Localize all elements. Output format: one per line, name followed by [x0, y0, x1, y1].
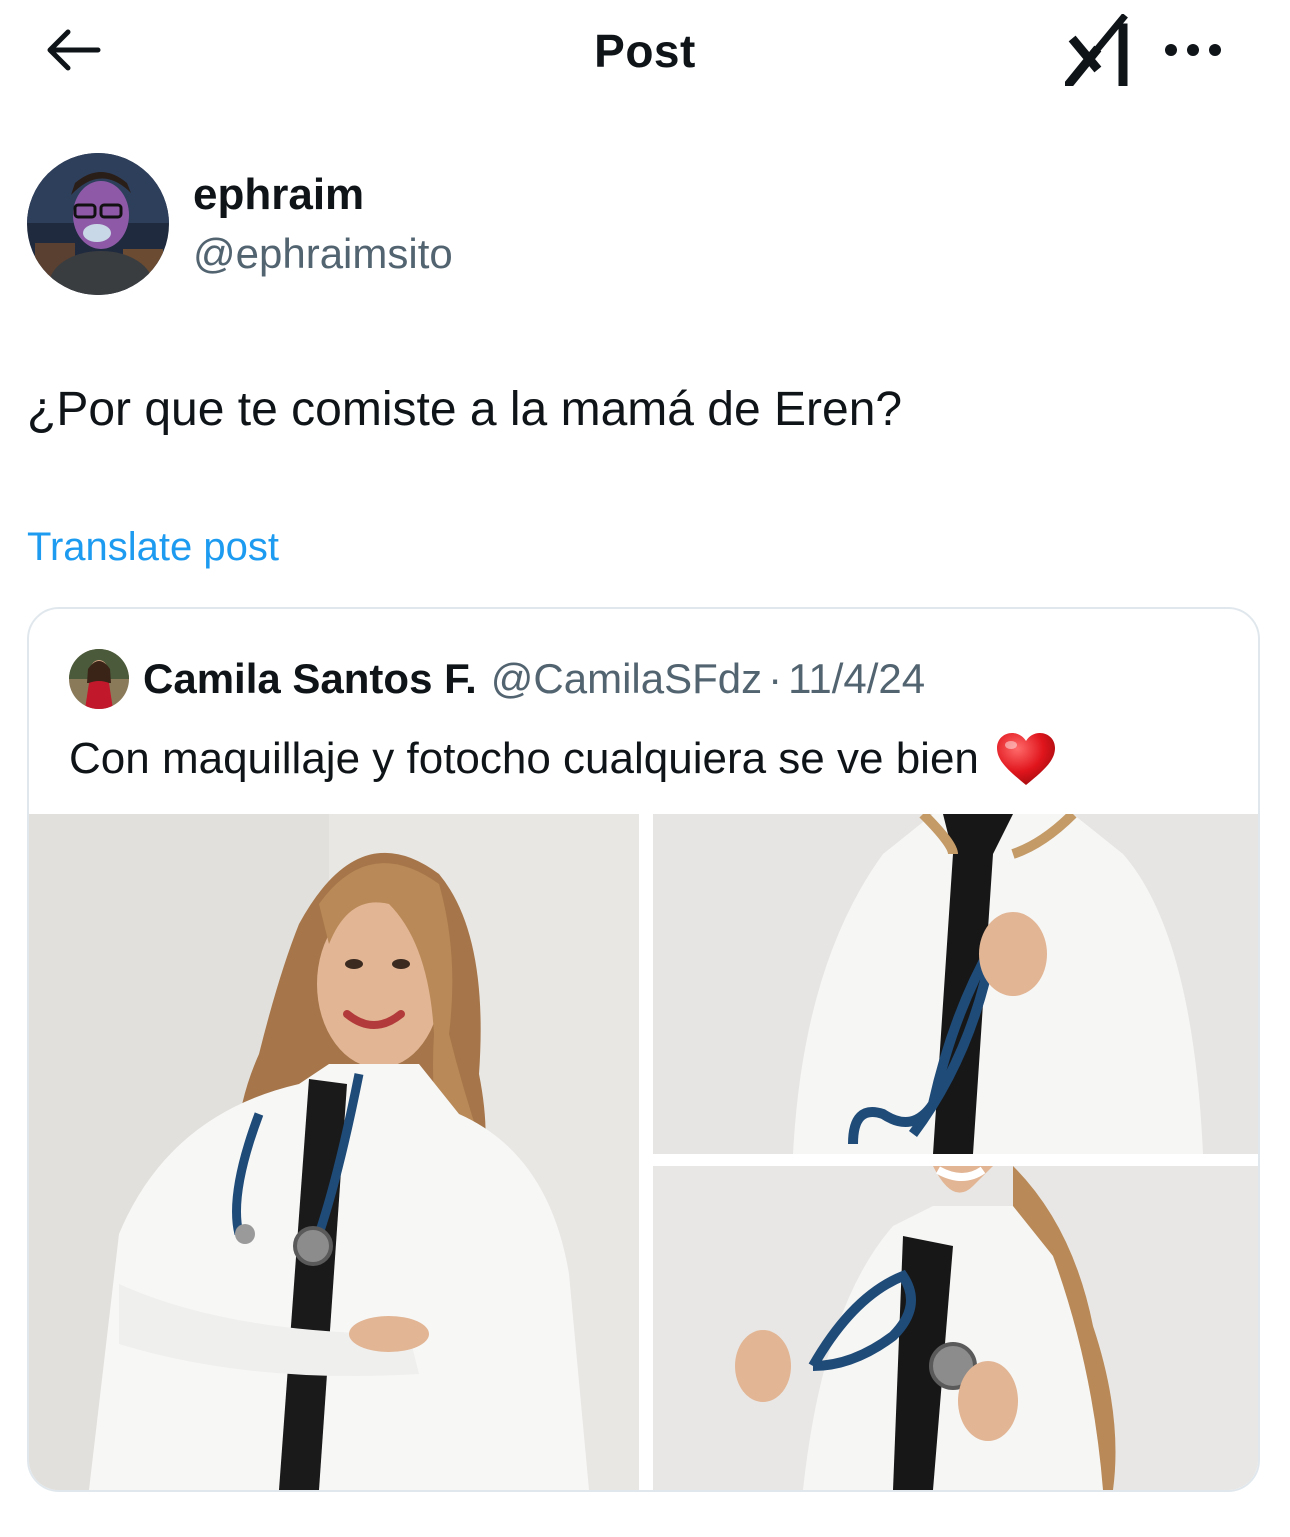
woman-avatar: [69, 649, 129, 709]
quoted-post-text-row: Con maquillaje y fotocho cualquiera se v…: [69, 727, 1057, 791]
quoted-post-meta: Camila Santos F. @CamilaSFdz · 11/4/24: [143, 655, 925, 703]
quoted-post-card[interactable]: Camila Santos F. @CamilaSFdz · 11/4/24 C…: [27, 607, 1260, 1492]
photo-woman-arms-crossed: [29, 814, 639, 1490]
more-options-button[interactable]: [1158, 26, 1228, 74]
media-image-2[interactable]: [653, 814, 1258, 1154]
grok-button[interactable]: [1062, 14, 1134, 86]
cartoon-man-avatar: [27, 153, 169, 295]
media-image-1[interactable]: [29, 814, 639, 1490]
author-name[interactable]: ephraim: [193, 170, 364, 220]
media-grid: [29, 814, 1258, 1490]
top-bar: Post: [0, 0, 1290, 104]
translate-post-link[interactable]: Translate post: [27, 525, 279, 570]
post-text: ¿Por que te comiste a la mamá de Eren?: [27, 383, 903, 436]
photo-stethoscope-holding: [653, 814, 1258, 1154]
author-handle[interactable]: @ephraimsito: [193, 230, 453, 278]
quoted-post-date[interactable]: 11/4/24: [788, 655, 925, 703]
photo-smiling-with-stethoscope: [653, 1166, 1258, 1490]
more-horizontal-icon: [1163, 43, 1223, 57]
meta-separator: ·: [768, 655, 783, 702]
quoted-author-name[interactable]: Camila Santos F.: [143, 655, 477, 703]
media-image-3[interactable]: [653, 1166, 1258, 1490]
quoted-post-text: Con maquillaje y fotocho cualquiera se v…: [69, 734, 979, 783]
quoted-author-avatar[interactable]: [69, 649, 129, 709]
quoted-author-handle[interactable]: @CamilaSFdz: [491, 655, 762, 703]
grok-icon: [1065, 14, 1131, 86]
author-avatar[interactable]: [27, 153, 169, 295]
red-heart-icon: [995, 731, 1057, 787]
